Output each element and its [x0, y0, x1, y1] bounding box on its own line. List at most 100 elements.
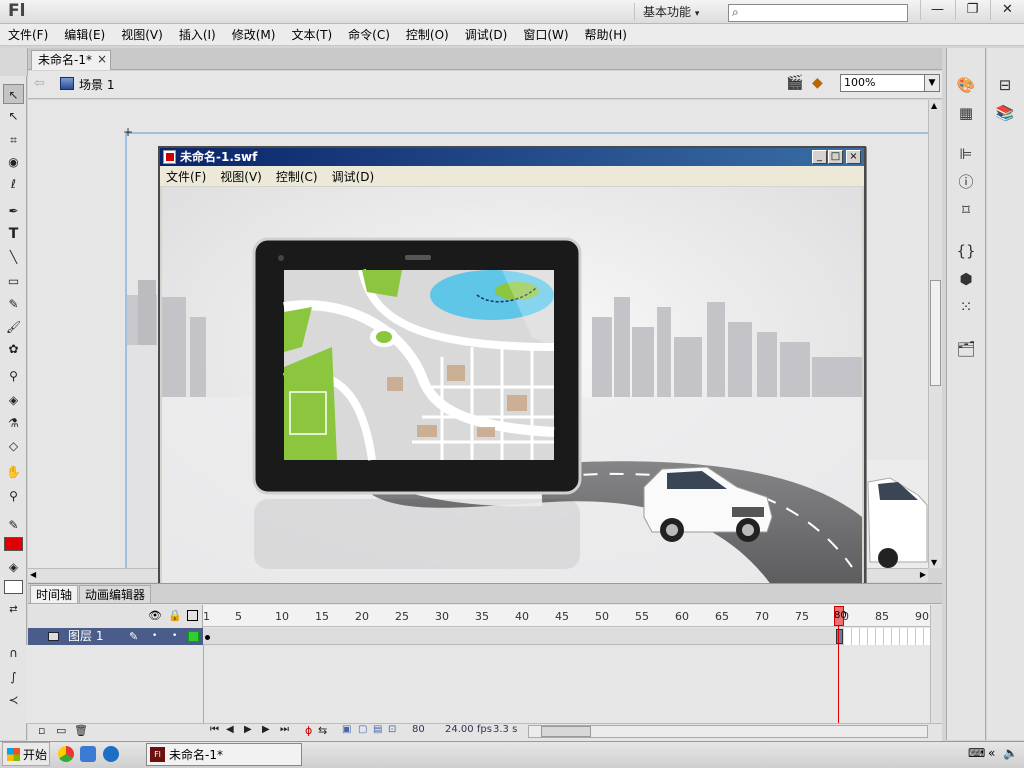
- straighten-icon[interactable]: ≺: [3, 690, 24, 710]
- scroll-left-icon[interactable]: ◀: [30, 570, 36, 579]
- onion-skin-icon[interactable]: ▣: [342, 724, 351, 735]
- paint-bucket-tool-icon[interactable]: ◈: [3, 390, 24, 410]
- last-frame-icon[interactable]: ⏭: [280, 724, 289, 735]
- onion-markers-icon[interactable]: ⊡: [388, 724, 396, 735]
- step-forward-icon[interactable]: ▶: [262, 724, 270, 735]
- swatches-panel-icon[interactable]: ▦: [954, 102, 978, 124]
- code-snippets-icon[interactable]: {}: [954, 240, 978, 262]
- menu-insert[interactable]: 插入(I): [179, 26, 216, 43]
- new-layer-icon[interactable]: ▫: [38, 724, 45, 737]
- swf-maximize-button[interactable]: □: [828, 150, 843, 164]
- center-frame-icon[interactable]: ϕ: [305, 724, 312, 737]
- lasso-tool-icon[interactable]: ℓ: [3, 174, 24, 194]
- pen-tool-icon[interactable]: ✒: [3, 201, 24, 221]
- fill-color-swatch[interactable]: [4, 580, 23, 594]
- minimize-button[interactable]: —: [920, 0, 954, 20]
- layer-lock-dot[interactable]: •: [172, 628, 177, 645]
- timeline-vertical-scrollbar[interactable]: [930, 605, 942, 723]
- eyedropper-tool-icon[interactable]: ⚗: [3, 413, 24, 433]
- loop-icon[interactable]: ⇆: [318, 724, 327, 737]
- properties-panel-icon[interactable]: ⊟: [993, 74, 1017, 96]
- hand-tool-icon[interactable]: ✋: [3, 462, 24, 482]
- selection-tool-icon[interactable]: ↖: [3, 84, 24, 104]
- layer-frames[interactable]: [203, 628, 930, 645]
- rectangle-tool-icon[interactable]: ▭: [3, 271, 24, 291]
- settings-icon[interactable]: [103, 746, 119, 762]
- menu-help[interactable]: 帮助(H): [585, 26, 627, 43]
- subselection-tool-icon[interactable]: ↖: [3, 106, 24, 126]
- outline-icon[interactable]: [187, 610, 198, 621]
- menu-view[interactable]: 视图(V): [121, 26, 163, 43]
- color-panel-icon[interactable]: 🎨: [954, 74, 978, 96]
- swf-menu-debug[interactable]: 调试(D): [332, 168, 375, 185]
- smooth-icon[interactable]: ∫: [3, 667, 24, 687]
- tab-timeline[interactable]: 时间轴: [30, 585, 79, 603]
- speaker-icon[interactable]: 🔈: [1003, 746, 1018, 760]
- stage-vertical-scrollbar[interactable]: ▲ ▼: [928, 100, 942, 568]
- menu-edit[interactable]: 编辑(E): [64, 26, 105, 43]
- keyboard-icon[interactable]: ⌨: [968, 746, 985, 760]
- lock-icon[interactable]: 🔒: [168, 609, 182, 622]
- workspace-switcher[interactable]: 基本功能 ▾: [634, 3, 716, 21]
- menu-modify[interactable]: 修改(M): [232, 26, 276, 43]
- show-hide-eye-icon[interactable]: 👁: [148, 609, 162, 622]
- search-input[interactable]: ⌕: [728, 4, 908, 22]
- info-panel-icon[interactable]: ⓘ: [954, 171, 978, 193]
- layer-visible-dot[interactable]: •: [152, 628, 157, 645]
- menu-file[interactable]: 文件(F): [8, 26, 48, 43]
- onion-outline-icon[interactable]: ▢: [358, 724, 367, 735]
- tray-expand-icon[interactable]: «: [988, 746, 995, 760]
- swf-minimize-button[interactable]: _: [812, 150, 827, 164]
- eraser-tool-icon[interactable]: ◇: [3, 436, 24, 456]
- new-folder-icon[interactable]: ▭: [56, 724, 66, 737]
- free-transform-tool-icon[interactable]: ⌗: [3, 130, 24, 150]
- document-tab-close-icon[interactable]: ×: [97, 52, 107, 66]
- scroll-right-icon[interactable]: ▶: [920, 570, 926, 579]
- pencil-tool-icon[interactable]: ✎: [3, 294, 24, 314]
- restore-button[interactable]: ❐: [955, 0, 989, 20]
- start-button[interactable]: 开始: [2, 742, 50, 766]
- line-tool-icon[interactable]: ╲: [3, 247, 24, 267]
- library-panel-icon[interactable]: 📚: [993, 102, 1017, 124]
- scroll-thumb[interactable]: [930, 280, 941, 386]
- menu-debug[interactable]: 调试(D): [465, 26, 508, 43]
- edit-symbols-icon[interactable]: ◆: [812, 75, 823, 91]
- fill-color-icon[interactable]: ◈: [3, 557, 24, 577]
- chrome-icon[interactable]: [58, 746, 74, 762]
- swf-menu-file[interactable]: 文件(F): [166, 168, 206, 185]
- align-panel-icon[interactable]: ⊫: [954, 143, 978, 165]
- tab-motion-editor[interactable]: 动画编辑器: [79, 585, 152, 603]
- scroll-up-icon[interactable]: ▲: [931, 101, 937, 110]
- timeline-horizontal-scrollbar[interactable]: [528, 725, 928, 738]
- back-arrow-icon[interactable]: ⇦: [34, 76, 45, 91]
- taskbar-item-flash[interactable]: Fl 未命名-1*: [146, 743, 302, 766]
- swf-menu-view[interactable]: 视图(V): [220, 168, 262, 185]
- delete-layer-icon[interactable]: 🗑: [74, 724, 88, 737]
- deco-tool-icon[interactable]: ✿: [3, 339, 24, 359]
- brush-tool-icon[interactable]: 🖌: [3, 317, 24, 337]
- swf-close-button[interactable]: ×: [846, 150, 861, 164]
- swap-colors-icon[interactable]: ⇄: [3, 600, 24, 620]
- scroll-down-icon[interactable]: ▼: [931, 558, 937, 567]
- layer-outline-swatch[interactable]: [188, 631, 199, 642]
- stroke-color-swatch[interactable]: [4, 537, 23, 551]
- project-panel-icon[interactable]: 🗂: [954, 338, 978, 360]
- zoom-tool-icon[interactable]: ⚲: [3, 486, 24, 506]
- menu-text[interactable]: 文本(T): [291, 26, 332, 43]
- menu-commands[interactable]: 命令(C): [348, 26, 390, 43]
- first-frame-icon[interactable]: ⏮: [210, 724, 219, 735]
- scene-label[interactable]: 场景 1: [79, 76, 114, 93]
- menu-control[interactable]: 控制(O): [406, 26, 449, 43]
- play-icon[interactable]: ▶: [244, 724, 252, 735]
- bone-tool-icon[interactable]: ⚲: [3, 366, 24, 386]
- zoom-dropdown-icon[interactable]: ▼: [924, 75, 939, 91]
- 3d-rotation-tool-icon[interactable]: ◉: [3, 152, 24, 172]
- motion-presets-icon[interactable]: ⁙: [954, 296, 978, 318]
- text-tool-icon[interactable]: T: [3, 224, 24, 244]
- menu-window[interactable]: 窗口(W): [523, 26, 568, 43]
- fps-readout[interactable]: 24.00 fps: [445, 724, 492, 735]
- stroke-color-icon[interactable]: ✎: [3, 515, 24, 535]
- transform-panel-icon[interactable]: ⌑: [954, 199, 978, 221]
- current-frame-readout[interactable]: 80: [412, 724, 425, 735]
- browser-icon[interactable]: [80, 746, 96, 762]
